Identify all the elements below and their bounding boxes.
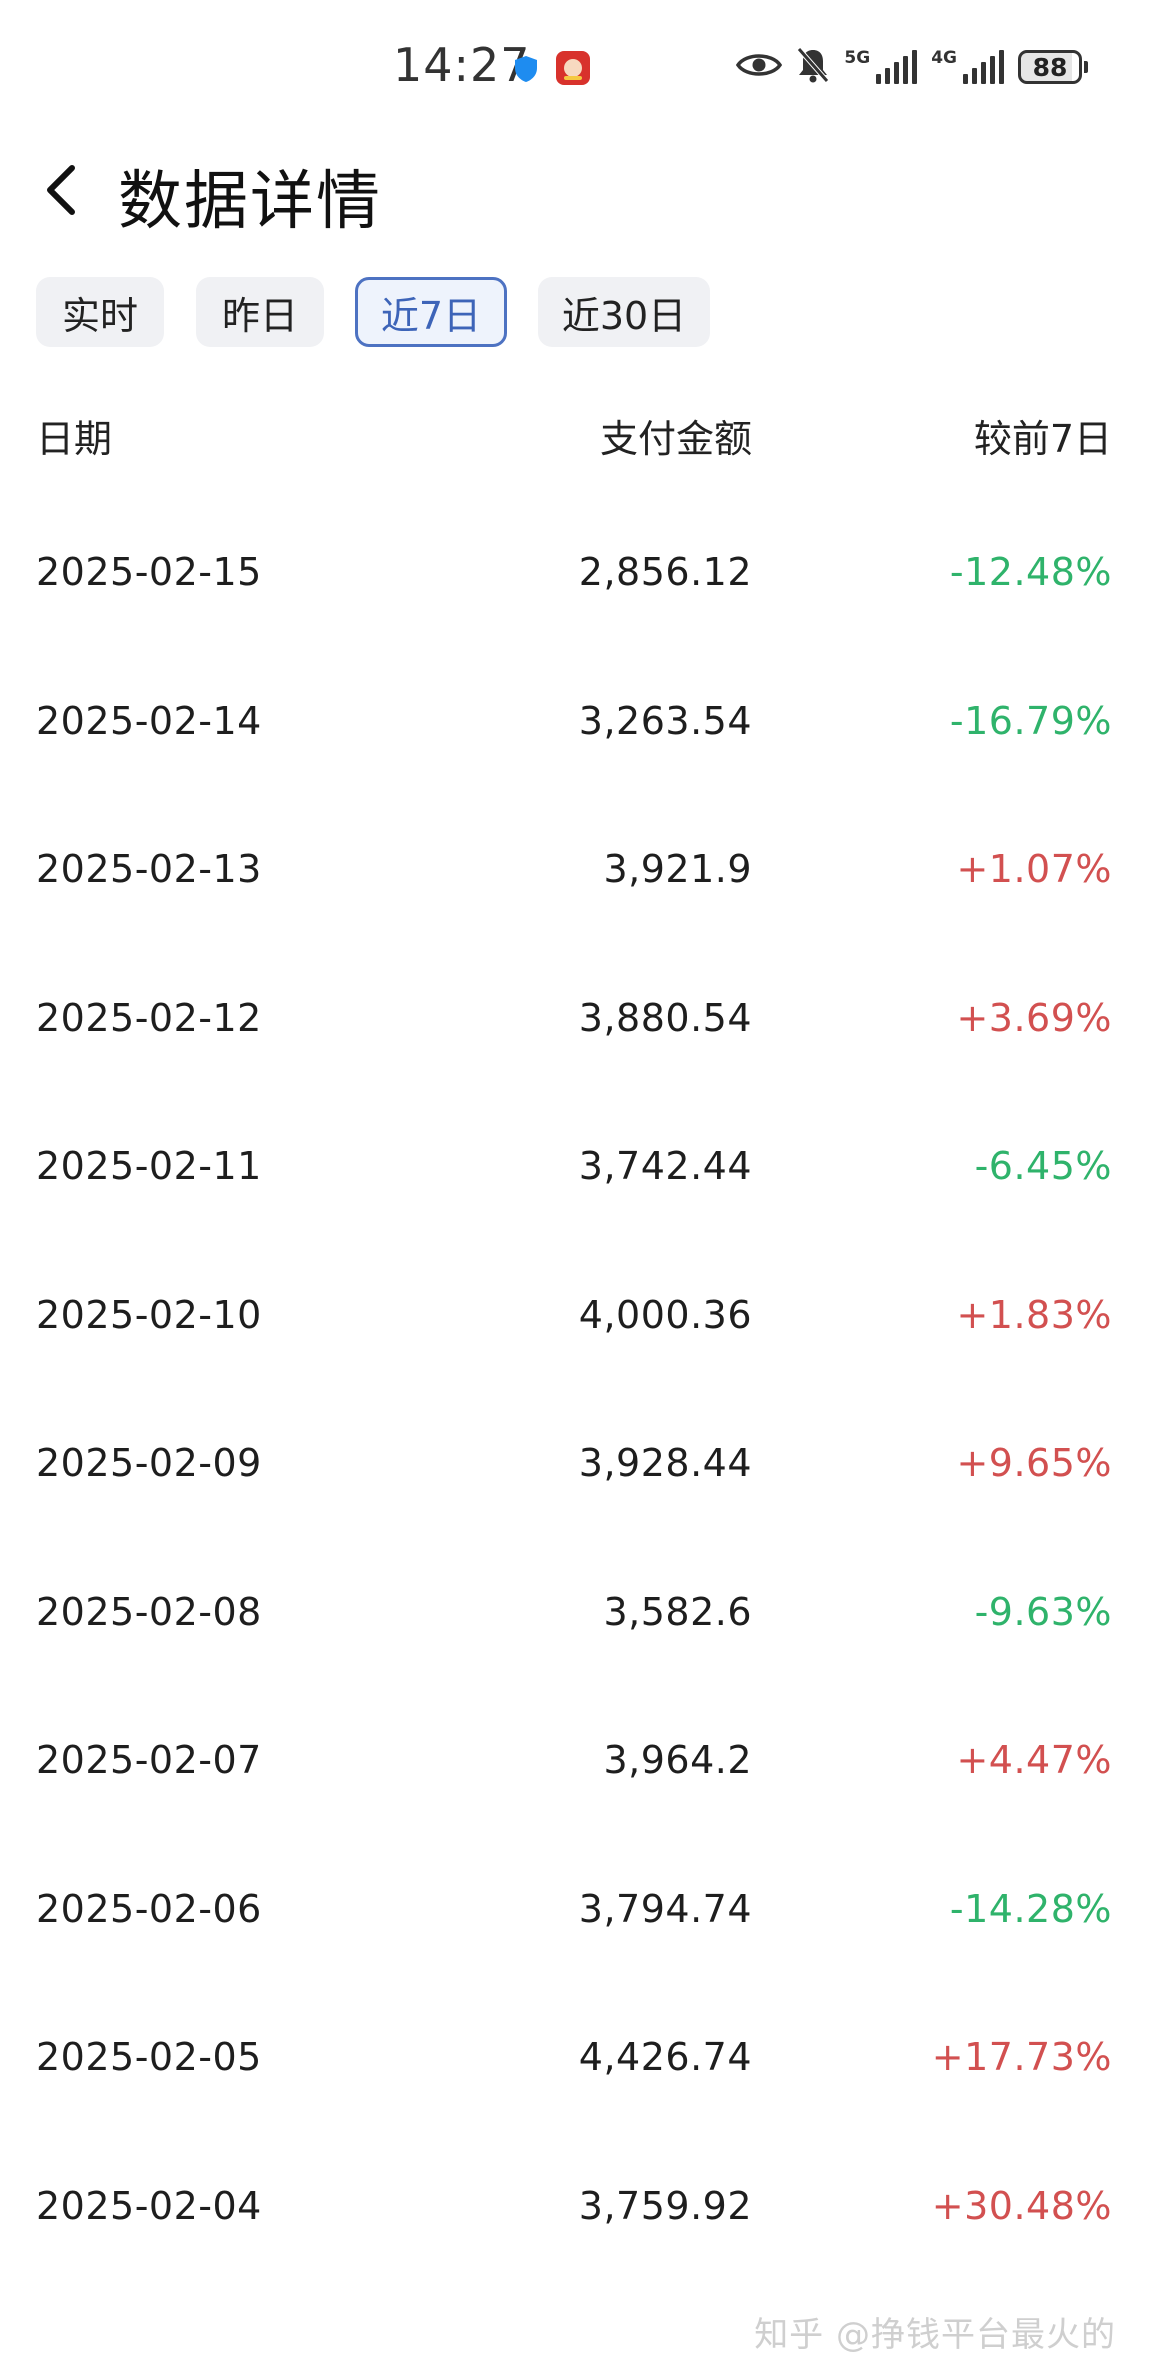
chevron-left-icon[interactable] [38, 158, 88, 222]
header-amount: 支付金额 [599, 417, 752, 461]
tab-yesterday[interactable]: 昨日 [196, 277, 324, 347]
status-time: 14:27 [393, 38, 531, 92]
row-change: -12.48% [949, 550, 1112, 594]
row-date: 2025-02-13 [36, 847, 262, 891]
table-row: 2025-02-09 3,928.44 +9.65% [0, 1391, 1152, 1540]
row-amount: 3,742.44 [578, 1144, 752, 1188]
signal-4g-label: 4G [931, 48, 957, 68]
row-change: -6.45% [974, 1144, 1112, 1188]
table-row: 2025-02-10 4,000.36 +1.83% [0, 1243, 1152, 1392]
row-change: +17.73% [931, 2035, 1112, 2079]
row-change: -9.63% [974, 1589, 1112, 1634]
row-date: 2025-02-09 [36, 1441, 262, 1485]
tab-last-30-days[interactable]: 近30日 [538, 277, 710, 347]
table-header: 日期 支付金额 较前7日 [0, 408, 1152, 468]
signal-5g-label: 5G [844, 48, 871, 68]
data-table: 2025-02-15 2,856.12 -12.48% 2025-02-14 3… [0, 500, 1152, 2282]
header-change: 较前7日 [973, 417, 1112, 461]
signal-icon-4g: 4G [931, 48, 1004, 84]
row-change: +3.69% [956, 995, 1112, 1040]
row-amount: 2,856.12 [578, 550, 752, 594]
battery-level: 88 [1018, 50, 1082, 84]
row-amount: 3,759.92 [578, 2183, 752, 2228]
signal-icon-5g: 5G [844, 48, 918, 84]
watermark: 知乎 @挣钱平台最火的 [754, 2315, 1116, 2355]
tab-realtime[interactable]: 实时 [36, 277, 164, 347]
table-row: 2025-02-08 3,582.6 -9.63% [0, 1540, 1152, 1689]
row-amount: 4,000.36 [578, 1292, 752, 1337]
row-change: -14.28% [949, 1886, 1112, 1931]
row-date: 2025-02-14 [36, 698, 262, 743]
status-bar: 14:27 5G 4G 88 [0, 0, 1152, 130]
row-amount: 3,921.9 [603, 847, 752, 891]
row-date: 2025-02-04 [36, 2183, 262, 2228]
table-row: 2025-02-12 3,880.54 +3.69% [0, 946, 1152, 1095]
row-date: 2025-02-10 [36, 1292, 262, 1337]
table-row: 2025-02-04 3,759.92 +30.48% [0, 2134, 1152, 2283]
row-date: 2025-02-12 [36, 995, 262, 1040]
shield-icon [513, 55, 539, 87]
row-date: 2025-02-07 [36, 1738, 262, 1782]
row-date: 2025-02-05 [36, 2035, 262, 2079]
battery-icon: 88 [1018, 50, 1088, 84]
row-amount: 3,582.6 [603, 1589, 752, 1634]
row-date: 2025-02-06 [36, 1886, 262, 1931]
row-amount: 4,426.74 [578, 2035, 752, 2079]
row-amount: 3,794.74 [578, 1886, 752, 1931]
row-amount: 3,928.44 [578, 1441, 752, 1485]
table-row: 2025-02-07 3,964.2 +4.47% [0, 1688, 1152, 1837]
row-date: 2025-02-08 [36, 1589, 262, 1634]
row-change: -16.79% [949, 698, 1112, 743]
tab-last-7-days[interactable]: 近7日 [355, 277, 507, 347]
table-row: 2025-02-15 2,856.12 -12.48% [0, 500, 1152, 649]
eye-icon [736, 50, 783, 84]
table-row: 2025-02-14 3,263.54 -16.79% [0, 649, 1152, 798]
row-amount: 3,263.54 [578, 698, 752, 743]
page-title: 数据详情 [118, 165, 382, 239]
app-icon [555, 50, 591, 90]
row-amount: 3,880.54 [578, 995, 752, 1040]
row-change: +30.48% [931, 2183, 1112, 2228]
row-date: 2025-02-11 [36, 1144, 262, 1188]
row-amount: 3,964.2 [603, 1738, 752, 1782]
status-icons: 5G 4G 88 [736, 46, 1088, 88]
row-date: 2025-02-15 [36, 550, 262, 594]
bell-off-icon [796, 46, 830, 88]
header: 数据详情 [0, 130, 1152, 250]
row-change: +1.83% [956, 1292, 1112, 1337]
screen: 14:27 5G 4G 88 数据详情 实时 昨日 近7日 近30日 日期 支付… [0, 0, 1152, 2376]
table-row: 2025-02-06 3,794.74 -14.28% [0, 1837, 1152, 1986]
row-change: +9.65% [956, 1441, 1112, 1485]
row-change: +1.07% [956, 847, 1112, 891]
table-row: 2025-02-05 4,426.74 +17.73% [0, 1985, 1152, 2134]
header-date: 日期 [36, 417, 113, 461]
table-row: 2025-02-13 3,921.9 +1.07% [0, 797, 1152, 946]
row-change: +4.47% [956, 1738, 1112, 1782]
table-row: 2025-02-11 3,742.44 -6.45% [0, 1094, 1152, 1243]
